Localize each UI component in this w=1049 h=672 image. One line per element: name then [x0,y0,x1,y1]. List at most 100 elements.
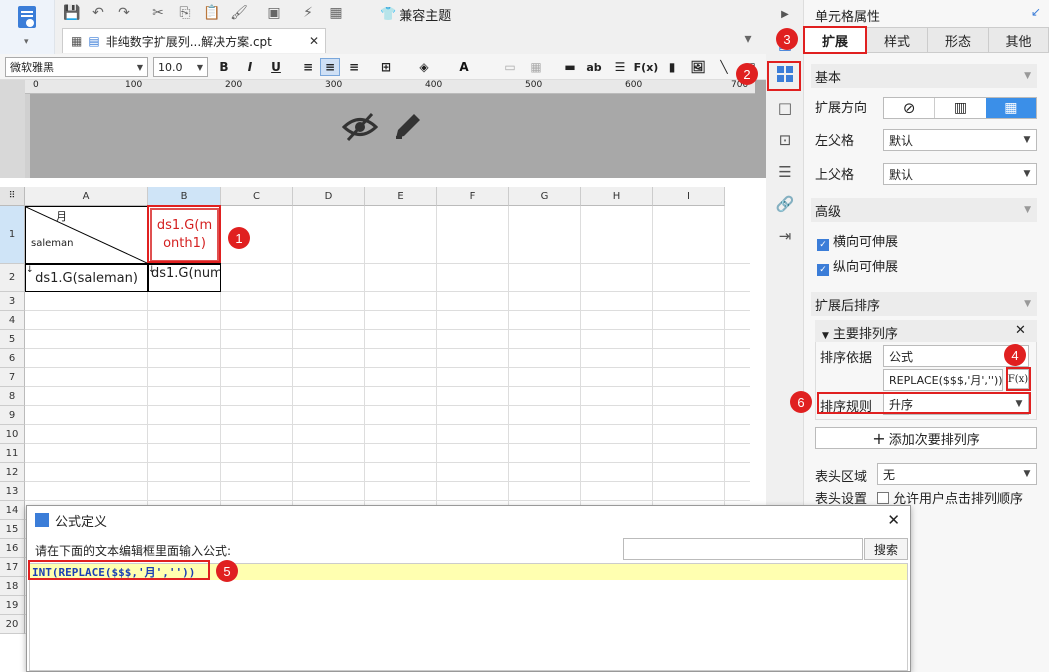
close-icon[interactable]: ✕ [887,511,900,529]
condition-icon[interactable]: ☰ [775,162,795,182]
search-button[interactable]: 搜索 [864,538,908,560]
column-header[interactable]: B [148,187,221,206]
top-parent-select[interactable]: 默认 ▼ [883,163,1037,185]
edit-pencil-icon[interactable] [392,110,424,145]
v-expand-checkbox[interactable]: ✓ 纵向可伸展 [817,256,898,276]
column-header[interactable]: G [509,187,581,206]
row-header[interactable]: 5 [0,330,25,349]
split-icon[interactable]: ▦ [526,58,546,76]
section-sort[interactable]: 扩展后排序 ▼ [811,292,1037,316]
row-header[interactable]: 14 [0,501,25,520]
row-header[interactable]: 6 [0,349,25,368]
square-icon[interactable]: □ [775,98,795,118]
row-header[interactable]: 1 [0,206,25,264]
file-tab[interactable]: ▦ ▤ 非纯数字扩展列...解决方案.cpt ✕ [62,28,326,53]
column-header[interactable]: H [581,187,653,206]
row-header[interactable]: 3 [0,292,25,311]
link-icon[interactable]: 🔗 [775,194,795,214]
image-icon[interactable]: 🖼 [688,58,708,76]
column-header[interactable]: I [653,187,725,206]
grid-icon[interactable]: ▦ [326,4,346,22]
section-basic[interactable]: 基本 ▼ [811,64,1037,88]
border-icon[interactable]: ⊞ [376,58,396,76]
vertical-expand-icon[interactable]: ▥ [934,98,985,118]
text-cell-icon[interactable]: ▬ [560,58,580,76]
rich-text-icon[interactable]: ☰ [610,58,630,76]
select-all-corner[interactable]: ⠿ [0,187,25,206]
theme-button[interactable]: 👕 兼容主题 [380,5,451,24]
row-header[interactable]: 11 [0,444,25,463]
row-header[interactable]: 17 [0,558,25,577]
font-size-select[interactable]: 10.0 ▼ [153,57,208,77]
left-parent-select[interactable]: 默认 ▼ [883,129,1037,151]
section-advanced[interactable]: 高级 ▼ [811,198,1037,222]
bold-button[interactable]: B [214,58,234,76]
font-color-icon[interactable]: A [454,58,474,76]
preview-icon[interactable]: ▣ [264,4,284,22]
column-header[interactable]: F [437,187,509,206]
tab-form[interactable]: 形态 [927,27,989,53]
row-header[interactable]: 16 [0,539,25,558]
header-area-select[interactable]: 无 ▼ [877,463,1037,485]
redo-icon[interactable]: ↷ [114,4,134,22]
hidden-eye-icon[interactable] [341,112,379,145]
no-expand-icon[interactable]: ⊘ [884,98,934,118]
dock-arrow-icon[interactable]: ↙ [1031,5,1041,19]
underline-button[interactable]: U [266,58,286,76]
tab-style[interactable]: 样式 [866,27,928,53]
row-header[interactable]: 8 [0,387,25,406]
h-expand-checkbox[interactable]: ✓ 横向可伸展 [817,231,898,251]
undo-icon[interactable]: ↶ [88,4,108,22]
sort-formula-field[interactable]: REPLACE($$$,'月','')) [883,369,1003,391]
format-brush-icon[interactable]: 🖌 [229,4,249,22]
column-header[interactable]: D [293,187,365,206]
add-secondary-sort-button[interactable]: + 添加次要排列序 [815,427,1037,449]
italic-button[interactable]: I [240,58,260,76]
plug-icon[interactable]: ⚡ [298,4,318,22]
slash-icon[interactable]: ╲ [714,58,734,76]
ab-icon[interactable]: ab [584,58,604,76]
chart-icon[interactable]: ▮ [662,58,682,76]
font-family-select[interactable]: 微软雅黑 ▼ [5,57,148,77]
cell-a1[interactable]: 月 saleman [25,206,148,264]
row-header[interactable]: 13 [0,482,25,501]
collapse-arrow-icon[interactable]: ▶ [775,4,795,24]
row-header[interactable]: 19 [0,596,25,615]
chevron-down-icon: ▼ [136,62,144,72]
fill-color-icon[interactable]: ◈ [414,58,434,76]
main-sort-title[interactable]: ▼ 主要排列序 [822,323,898,342]
search-input[interactable] [623,538,863,560]
widget-icon[interactable]: ⊡ [775,130,795,150]
cell-a2[interactable]: ds1.G(saleman) [25,264,148,292]
column-header[interactable]: A [25,187,148,206]
copy-icon[interactable]: ⎘ [175,4,195,22]
row-header[interactable]: 4 [0,311,25,330]
row-header[interactable]: 15 [0,520,25,539]
paste-icon[interactable]: 📋 [202,4,222,22]
row-header[interactable]: 2 [0,264,25,292]
close-icon[interactable]: ✕ [309,34,319,48]
tab-other[interactable]: 其他 [988,27,1049,53]
import-icon[interactable]: ⇥ [775,226,795,246]
column-header[interactable]: E [365,187,437,206]
merge-icon[interactable]: ▭ [500,58,520,76]
chevron-down-icon: ▼ [1023,469,1031,479]
align-center-icon[interactable]: ≡ [320,58,340,76]
row-header[interactable]: 12 [0,463,25,482]
tab-menu-icon[interactable]: ▾ [738,30,758,48]
cut-icon[interactable]: ✂ [148,4,168,22]
column-header[interactable]: C [221,187,293,206]
row-header[interactable]: 9 [0,406,25,425]
row-header[interactable]: 10 [0,425,25,444]
close-icon[interactable]: ✕ [1015,323,1026,338]
align-left-icon[interactable]: ≡ [298,58,318,76]
align-right-icon[interactable]: ≡ [344,58,364,76]
formula-icon[interactable]: F(x) [634,58,659,76]
cell-b2[interactable]: ds1.G(num) [148,264,221,292]
row-header[interactable]: 7 [0,368,25,387]
horizontal-expand-icon[interactable]: ▦ [985,98,1036,118]
row-header[interactable]: 18 [0,577,25,596]
save-icon[interactable]: 💾 [62,4,82,22]
app-logo[interactable]: ▾ [0,0,55,54]
row-header[interactable]: 20 [0,615,25,634]
